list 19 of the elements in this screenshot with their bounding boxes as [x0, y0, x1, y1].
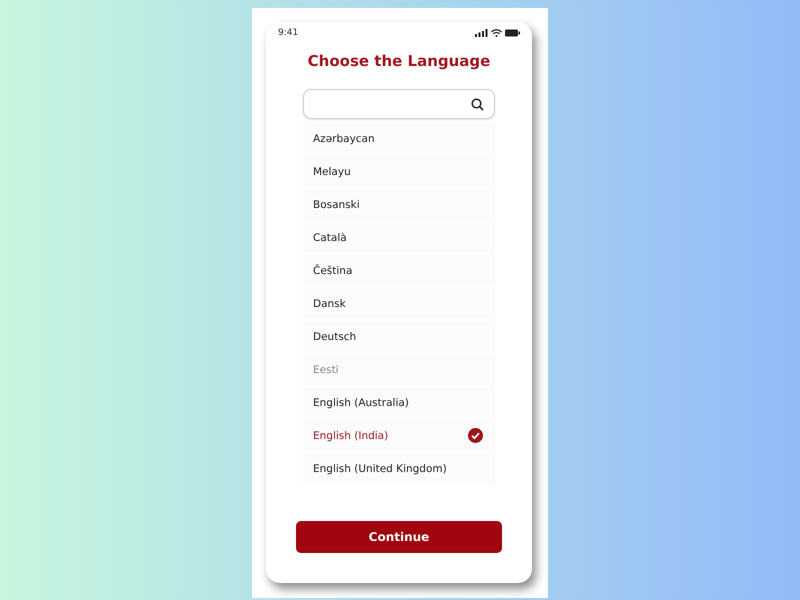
language-option[interactable]: Català [303, 222, 495, 253]
language-option[interactable]: Dansk [303, 288, 495, 319]
language-option[interactable]: English (United Kingdom) [303, 453, 495, 484]
language-option[interactable]: Deutsch [303, 321, 495, 352]
continue-button[interactable]: Continue [296, 521, 502, 553]
language-option[interactable]: English (India) [303, 420, 495, 451]
check-icon [468, 428, 483, 443]
language-option[interactable]: Bosanski [303, 189, 495, 220]
signal-icon [475, 28, 488, 36]
screen-title: Choose the Language [308, 52, 490, 70]
wifi-icon [491, 28, 502, 36]
search-icon [471, 98, 484, 110]
language-option[interactable]: Azərbaycan [303, 123, 495, 154]
language-option[interactable]: English (Australia) [303, 387, 495, 418]
battery-icon [505, 28, 520, 36]
search-field[interactable] [303, 89, 495, 119]
language-option[interactable]: Čeština [303, 255, 495, 286]
status-time: 9:41 [278, 28, 298, 38]
language-option[interactable]: Melayu [303, 156, 495, 187]
